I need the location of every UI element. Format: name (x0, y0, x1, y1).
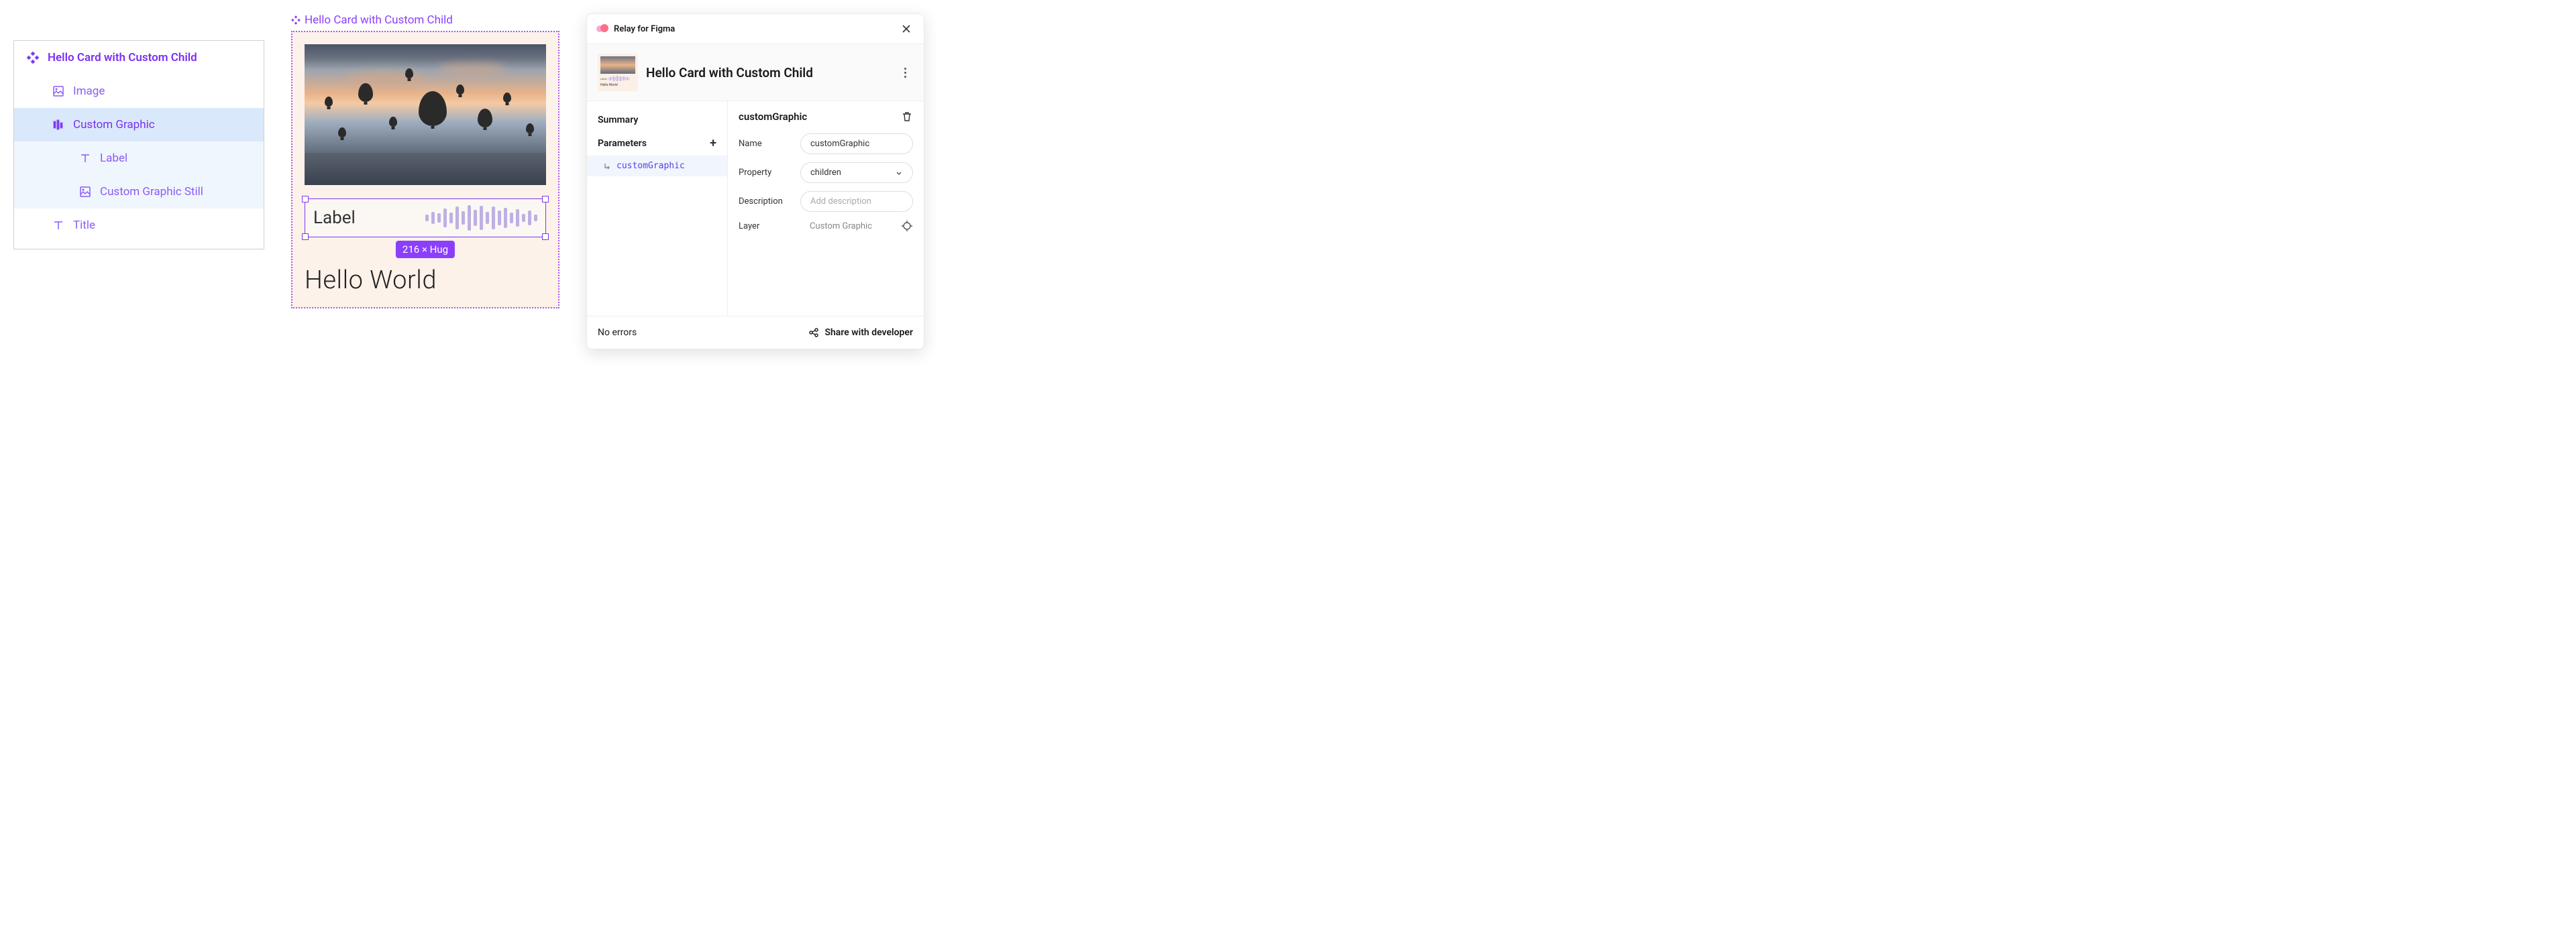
plugin-detail: customGraphic Name customGraphic Propert… (728, 101, 924, 316)
plugin-body: Summary Parameters + customGraphic custo… (587, 101, 924, 316)
component-thumbnail: Label Hello World (598, 54, 638, 91)
layers-panel: Hello Card with Custom Child Image Custo… (13, 40, 264, 249)
image-icon (52, 84, 65, 98)
text-icon (52, 219, 65, 232)
layer-row-image[interactable]: Image (14, 74, 264, 108)
delete-parameter-button[interactable] (901, 111, 913, 123)
layer-label: Custom Graphic Still (100, 185, 203, 198)
detail-heading: customGraphic (739, 111, 807, 123)
plugin-sidebar: Summary Parameters + customGraphic (587, 101, 728, 316)
plugin-component-name: Hello Card with Custom Child (646, 65, 889, 80)
layer-label: Custom Graphic (73, 118, 155, 131)
layer-row-root[interactable]: Hello Card with Custom Child (14, 41, 264, 74)
custom-graphic-label: Label (313, 208, 356, 228)
add-parameter-button[interactable]: + (710, 136, 716, 150)
layer-row-custom-graphic-still[interactable]: Custom Graphic Still (14, 175, 264, 209)
layer-row-title[interactable]: Title (14, 209, 264, 242)
status-text: No errors (598, 327, 637, 338)
resize-handle[interactable] (302, 233, 309, 240)
resize-handle[interactable] (542, 196, 549, 202)
canvas-component-label[interactable]: Hello Card with Custom Child (291, 13, 559, 27)
property-select[interactable]: children (800, 162, 913, 183)
share-with-developer-button[interactable]: Share with developer (808, 327, 913, 338)
selection-size-badge: 216 × Hug (396, 241, 455, 258)
card-title[interactable]: Hello World (305, 266, 546, 295)
plugin-header: Relay for Figma (587, 14, 924, 44)
plugin-brand-name: Relay for Figma (614, 24, 675, 34)
parameter-item-customgraphic[interactable]: customGraphic (587, 156, 727, 176)
relay-logo-icon (596, 24, 608, 34)
selected-frame-custom-graphic[interactable]: Label 216 × Hug (305, 198, 546, 237)
equalizer-graphic (425, 204, 537, 231)
component-icon (26, 51, 40, 64)
share-icon (808, 327, 819, 338)
target-icon[interactable] (901, 220, 913, 232)
more-menu-button[interactable] (897, 68, 913, 78)
layer-label: Label (100, 152, 127, 165)
canvas-card[interactable]: Label 216 × Hug Hello World (291, 31, 559, 308)
sidebar-summary[interactable]: Summary (587, 109, 727, 131)
plugin-brand: Relay for Figma (596, 24, 675, 34)
canvas-component-name: Hello Card with Custom Child (305, 13, 453, 27)
layer-row-custom-graphic[interactable]: Custom Graphic (14, 108, 264, 141)
frame-icon (52, 118, 65, 131)
sidebar-parameters[interactable]: Parameters + (587, 131, 727, 156)
chevron-down-icon (895, 169, 903, 177)
field-label-layer: Layer (739, 221, 794, 231)
resize-handle[interactable] (302, 196, 309, 202)
layer-label: Image (73, 84, 105, 98)
canvas-preview: Hello Card with Custom Child Label 216 × (291, 13, 559, 308)
field-label-name: Name (739, 139, 794, 149)
plugin-subheader: Label Hello World Hello Card with Custom… (587, 44, 924, 101)
relay-plugin-panel: Relay for Figma Label Hello World Hello … (586, 13, 924, 349)
field-label-property: Property (739, 168, 794, 178)
layer-label: Hello Card with Custom Child (48, 51, 197, 64)
name-input[interactable]: customGraphic (800, 133, 913, 154)
close-button[interactable] (898, 21, 914, 37)
resize-handle[interactable] (542, 233, 549, 240)
layer-row-label[interactable]: Label (14, 141, 264, 175)
field-label-description: Description (739, 196, 794, 207)
plugin-footer: No errors Share with developer (587, 316, 924, 349)
text-icon (78, 152, 92, 165)
layer-label: Title (73, 219, 95, 232)
description-input[interactable]: Add description (800, 191, 913, 212)
layer-link[interactable]: Custom Graphic (800, 220, 913, 232)
card-image[interactable] (305, 44, 546, 185)
image-icon (78, 185, 92, 198)
